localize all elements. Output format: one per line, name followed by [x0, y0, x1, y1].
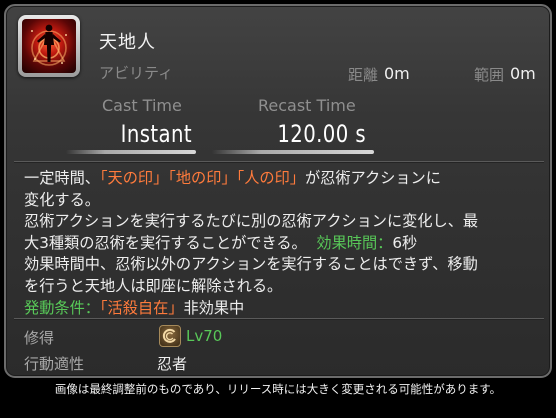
- seal-actions-highlight: 「天の印」「地の印」「人の印」: [99, 169, 305, 187]
- condition-label: 発動条件：: [24, 298, 100, 317]
- cast-time-bar: [66, 150, 196, 154]
- description-text: 一定時間、: [24, 169, 100, 187]
- cast-time-label: Cast Time: [102, 96, 182, 115]
- description-line: を行うと天地人は即座に解除される。: [24, 276, 544, 298]
- required-level: Lv70: [186, 327, 223, 345]
- recast-time-label: Recast Time: [258, 96, 356, 115]
- duration-value: 6秒: [392, 233, 418, 252]
- condition-status-highlight: 「活殺自在」: [99, 298, 184, 317]
- ninja-job-icon: [159, 325, 181, 347]
- action-name: 天地人: [99, 32, 156, 53]
- acquired-label: 修得: [24, 329, 55, 347]
- description-line: 大3種類の忍術を実行することができる。 効果時間：6秒: [24, 233, 544, 255]
- description-text: 効果時間中、忍術以外のアクションを実行することはできず、移動: [24, 255, 478, 274]
- cast-time-value: Instant: [120, 120, 192, 148]
- description-text: 変化する。: [24, 190, 100, 209]
- class-value: 忍者: [157, 355, 188, 373]
- action-tooltip: 天地人 アビリティ 距離 0m 範囲 0m Cast Time Recast T…: [4, 4, 552, 378]
- description-line: 効果時間中、忍術以外のアクションを実行することはできず、移動: [24, 254, 544, 276]
- action-description: 一定時間、「天の印」「地の印」「人の印」が忍術アクションに 変化する。 忍術アク…: [24, 168, 544, 319]
- description-text: 忍術アクションを実行するたびに別の忍術アクションに変化し、最: [24, 212, 479, 231]
- disclaimer-text: 画像は最終調整前のものであり、リリース時には大きく変更される可能性があります。: [54, 382, 502, 396]
- description-text: が忍術アクションに: [304, 169, 441, 187]
- duration-label: 効果時間：: [316, 233, 393, 252]
- description-text: 大3種類の忍術を実行することができる。: [24, 233, 307, 252]
- ten-chi-jin-icon: [22, 19, 76, 73]
- description-line: 変化する。: [24, 190, 544, 212]
- description-line: 発動条件：「活殺自在」非効果中: [24, 298, 544, 320]
- recast-time-bar: [212, 150, 374, 154]
- description-text: を行うと天地人は即座に解除される。: [24, 276, 283, 295]
- action-icon-frame: [18, 15, 80, 77]
- distance-value: 0m: [384, 64, 410, 83]
- distance-label: 距離: [348, 66, 379, 84]
- radius-label: 範囲: [474, 66, 505, 84]
- description-line: 忍術アクションを実行するたびに別の忍術アクションに変化し、最: [24, 211, 544, 233]
- radius-value: 0m: [510, 64, 536, 83]
- footer-divider: [14, 318, 544, 319]
- action-category: アビリティ: [99, 64, 174, 82]
- header-divider: [14, 161, 544, 162]
- description-line: 一定時間、「天の印」「地の印」「人の印」が忍術アクションに: [24, 168, 544, 190]
- condition-text: 非効果中: [183, 298, 245, 317]
- recast-time-value: 120.00 s: [277, 120, 366, 148]
- class-label: 行動適性: [24, 355, 85, 373]
